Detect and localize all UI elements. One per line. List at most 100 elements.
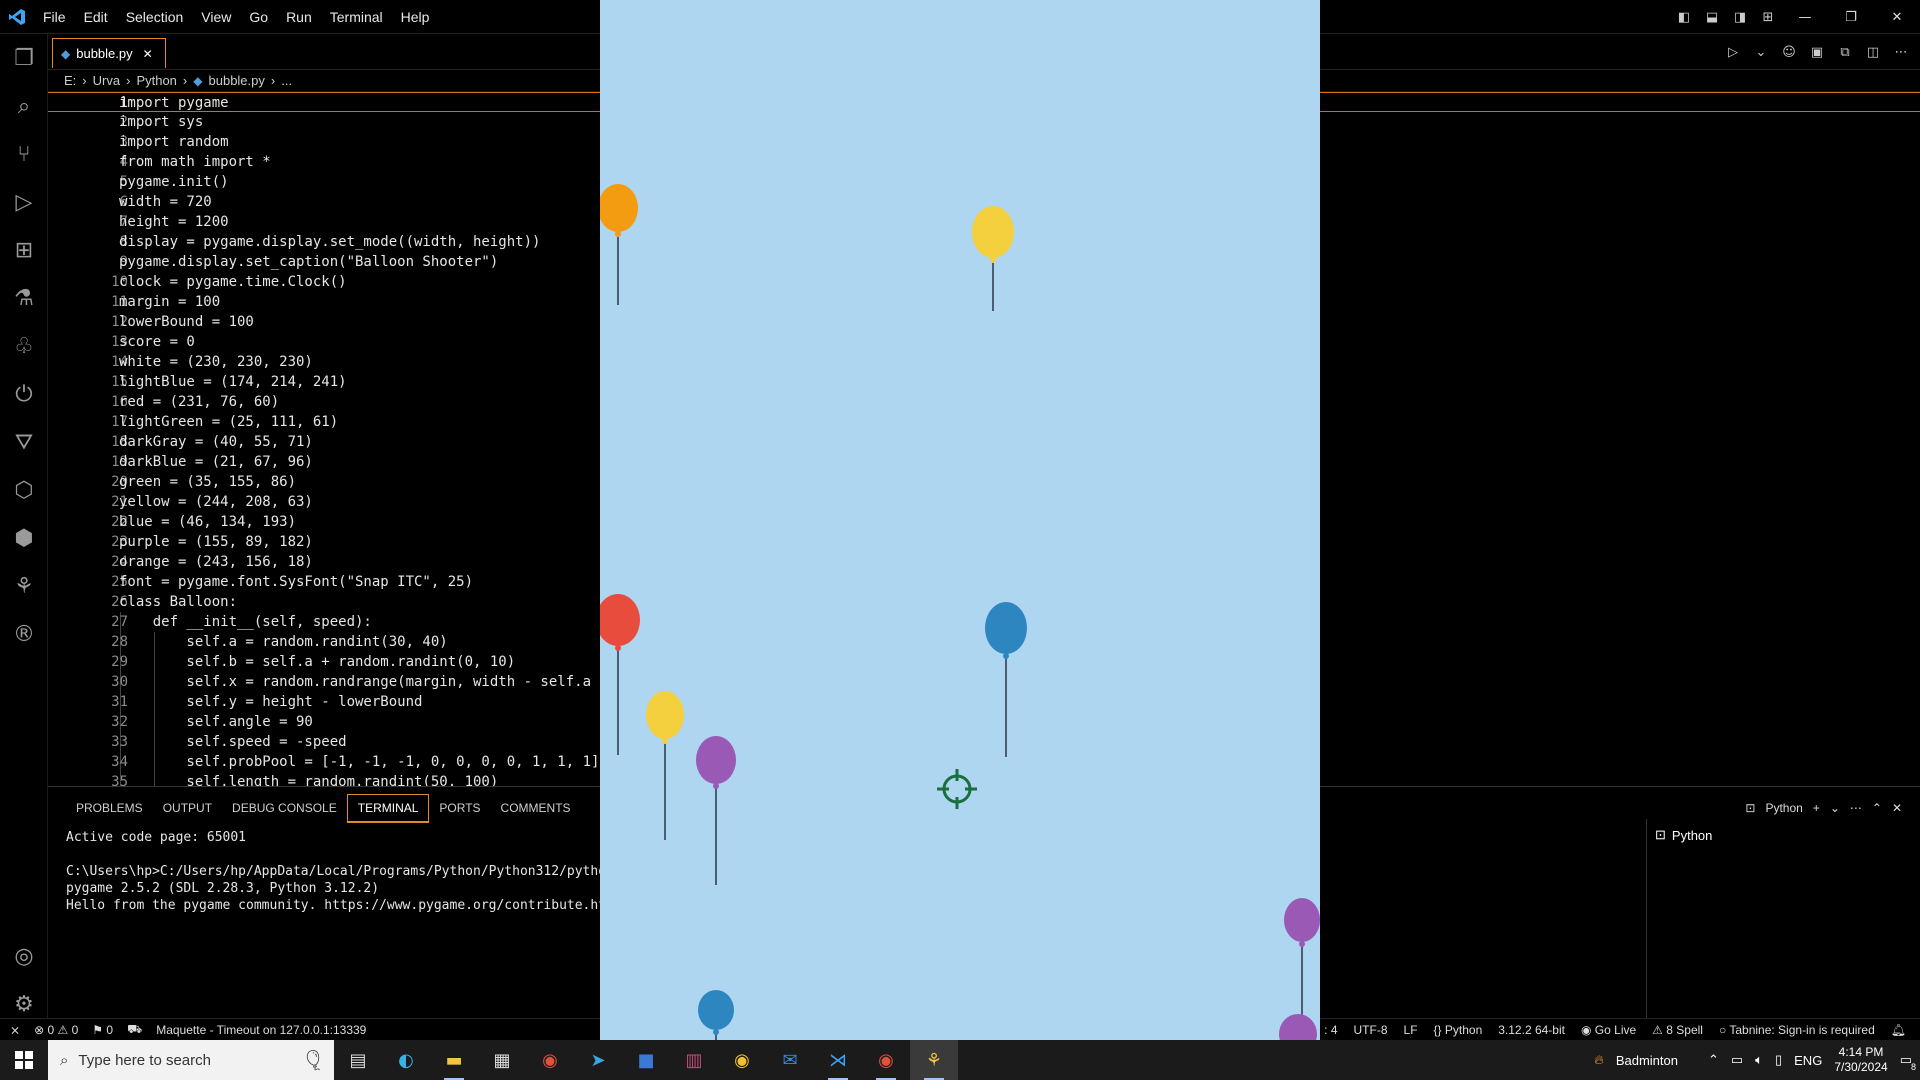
close-window-icon[interactable]: ✕ xyxy=(1874,0,1920,34)
python-icon[interactable]: ⚘ xyxy=(0,562,48,610)
power-icon[interactable]: ⏻ xyxy=(0,370,48,418)
breadcrumb-symbol[interactable]: ... xyxy=(281,73,292,88)
more-actions-icon[interactable]: ⋯ xyxy=(1890,41,1912,63)
chrome-icon[interactable]: ◉ xyxy=(718,1040,766,1080)
eol-status[interactable]: LF xyxy=(1404,1023,1418,1037)
terminal-list-item[interactable]: ⊡ Python xyxy=(1655,825,1920,845)
vscode-icon[interactable]: ⋊ xyxy=(814,1040,862,1080)
language-mode[interactable]: {} Python xyxy=(1434,1023,1483,1037)
volume-icon[interactable]: 🔈︎ xyxy=(1755,1052,1763,1068)
breadcrumb-folder-python[interactable]: Python xyxy=(136,73,176,88)
menu-edit[interactable]: Edit xyxy=(75,9,117,25)
menu-selection[interactable]: Selection xyxy=(117,9,193,25)
extensions-icon[interactable]: ⊞ xyxy=(0,226,48,274)
balloon-red[interactable] xyxy=(600,594,640,755)
balloon-purple[interactable] xyxy=(1279,1014,1317,1040)
run-file-icon[interactable]: ▷ xyxy=(1722,41,1744,63)
source-control-icon[interactable]: ⑂ xyxy=(0,130,48,178)
menu-run[interactable]: Run xyxy=(277,9,321,25)
problems-status[interactable]: ⊗ 0 ⚠ 0 xyxy=(34,1023,78,1037)
tab-problems[interactable]: PROBLEMS xyxy=(66,795,153,821)
tab-terminal[interactable]: TERMINAL xyxy=(346,793,430,823)
deploy-icon[interactable]: ⛛ xyxy=(0,418,48,466)
tab-bubble-py[interactable]: ◆ bubble.py ✕ xyxy=(52,38,166,68)
interpreter-status[interactable]: 3.12.2 64-bit xyxy=(1498,1023,1565,1037)
package-icon[interactable]: ⬡ xyxy=(0,466,48,514)
balloon-purple[interactable] xyxy=(696,736,736,885)
mail-icon[interactable]: ✉ xyxy=(766,1040,814,1080)
close-panel-icon[interactable]: ✕ xyxy=(1892,801,1902,815)
battery-icon[interactable]: ▯ xyxy=(1775,1052,1782,1068)
testing-icon[interactable]: ⚗ xyxy=(0,274,48,322)
taskbar-search[interactable]: ⌕ Type here to search 🎈︎ xyxy=(48,1040,334,1080)
menu-help[interactable]: Help xyxy=(392,9,439,25)
clock[interactable]: 4:14 PM 7/30/2024 xyxy=(1834,1045,1887,1075)
tabnine-status[interactable]: ○ Tabnine: Sign-in is required xyxy=(1719,1023,1875,1037)
tab-ports[interactable]: PORTS xyxy=(429,795,490,821)
file-explorer-icon[interactable]: ▬ xyxy=(430,1040,478,1080)
app-blue-icon[interactable]: ■ xyxy=(622,1040,670,1080)
shell-name[interactable]: Python xyxy=(1765,801,1802,815)
menu-terminal[interactable]: Terminal xyxy=(321,9,392,25)
tray-chevron-icon[interactable]: ⌃ xyxy=(1708,1052,1719,1068)
chrome-icon[interactable]: ◉ xyxy=(862,1040,910,1080)
remote-indicator-icon[interactable]: ⨯ xyxy=(10,1023,20,1037)
balloon-blue[interactable] xyxy=(698,990,734,1040)
store-icon[interactable]: ▦ xyxy=(478,1040,526,1080)
balloon-orange[interactable] xyxy=(600,184,638,305)
go-live-button[interactable]: ◉ Go Live xyxy=(1581,1023,1636,1037)
chevron-down-icon[interactable]: ⌄ xyxy=(1830,801,1840,815)
ports-status[interactable]: ⚑ 0 xyxy=(92,1023,113,1037)
game-canvas[interactable] xyxy=(600,0,1320,1040)
breadcrumb-file[interactable]: bubble.py xyxy=(209,73,265,88)
breadcrumb-drive[interactable]: E: xyxy=(64,73,76,88)
terminal-output[interactable]: Active code page: 65001 C:\Users\hp>C:/Us… xyxy=(66,829,661,914)
tree-icon[interactable]: ♧ xyxy=(0,322,48,370)
encoding-status[interactable]: UTF-8 xyxy=(1354,1023,1388,1037)
weather-label[interactable]: Badminton xyxy=(1616,1053,1678,1068)
toggle-sidebar-icon[interactable]: ◧ xyxy=(1670,0,1698,34)
preview-icon[interactable]: ▣ xyxy=(1806,41,1828,63)
minimize-icon[interactable]: — xyxy=(1782,0,1828,34)
input-lang[interactable]: ENG xyxy=(1794,1053,1822,1068)
restore-icon[interactable]: ❐ xyxy=(1828,0,1874,34)
copilot-icon[interactable]: ☺ xyxy=(1778,41,1800,63)
search-icon[interactable]: ⌕ xyxy=(0,82,48,130)
cursor-position[interactable]: : 4 xyxy=(1324,1023,1337,1037)
task-view-icon[interactable]: ▤ xyxy=(334,1040,382,1080)
game-window[interactable] xyxy=(600,0,1320,1040)
winrar-icon[interactable]: ▥ xyxy=(670,1040,718,1080)
notifications-icon[interactable]: 🔔︎ xyxy=(1891,1023,1906,1037)
maquette-status[interactable]: Maquette - Timeout on 127.0.0.1:13339 xyxy=(156,1023,366,1037)
tab-debug-console[interactable]: DEBUG CONSOLE xyxy=(222,795,347,821)
network-icon[interactable]: ⬢ xyxy=(0,514,48,562)
customize-layout-icon[interactable]: ⊞ xyxy=(1754,0,1782,34)
menu-go[interactable]: Go xyxy=(240,9,277,25)
run-dropdown-icon[interactable]: ⌄ xyxy=(1750,41,1772,63)
python-icon[interactable]: ⚘ xyxy=(910,1040,958,1080)
explorer-icon[interactable]: ❐ xyxy=(0,34,48,82)
maximize-panel-icon[interactable]: ⌃ xyxy=(1872,801,1882,815)
notification-center-icon[interactable]: ▭ 8 xyxy=(1900,1052,1916,1072)
balloon-yellow[interactable] xyxy=(972,206,1014,311)
toggle-panel-icon[interactable]: ⬓ xyxy=(1698,0,1726,34)
run-debug-icon[interactable]: ▷ xyxy=(0,178,48,226)
spell-status[interactable]: ⚠ 8 Spell xyxy=(1652,1023,1703,1037)
tab-close-icon[interactable]: ✕ xyxy=(143,47,153,61)
tab-comments[interactable]: COMMENTS xyxy=(491,795,581,821)
remote-icon[interactable]: ® xyxy=(0,610,48,658)
toggle-secondary-sidebar-icon[interactable]: ◨ xyxy=(1726,0,1754,34)
balloon-purple[interactable] xyxy=(1284,898,1320,1015)
menu-file[interactable]: File xyxy=(34,9,75,25)
account-icon[interactable]: ◎ xyxy=(0,932,48,980)
edge-icon[interactable]: ◐ xyxy=(382,1040,430,1080)
telegram-icon[interactable]: ➤ xyxy=(574,1040,622,1080)
network-icon[interactable]: ▭ xyxy=(1731,1052,1743,1068)
open-changes-icon[interactable]: ⧉ xyxy=(1834,41,1856,63)
breadcrumb-folder-urva[interactable]: Urva xyxy=(93,73,120,88)
menu-view[interactable]: View xyxy=(192,9,240,25)
chrome-icon[interactable]: ◉ xyxy=(526,1040,574,1080)
debug-icon[interactable]: ⛟ xyxy=(127,1022,142,1038)
more-icon[interactable]: ⋯ xyxy=(1850,801,1862,815)
split-editor-icon[interactable]: ◫ xyxy=(1862,41,1884,63)
